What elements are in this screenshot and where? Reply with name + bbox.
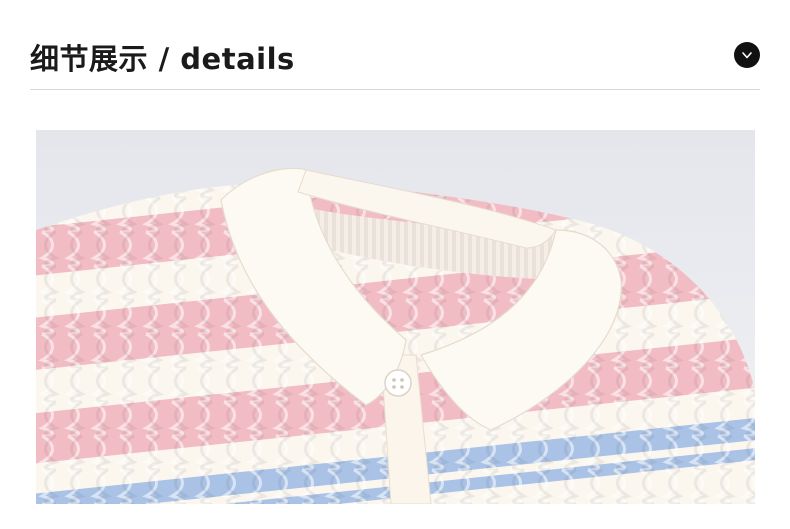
section-title: 细节展示 / details [30,42,295,76]
expand-toggle-button[interactable] [734,42,760,68]
sweater-collar-illustration [36,130,755,504]
chevron-down-icon [742,52,752,59]
header-divider [30,89,760,90]
product-detail-photo [36,130,755,504]
section-header: 细节展示 / details [30,34,760,78]
collar-button [384,369,412,397]
